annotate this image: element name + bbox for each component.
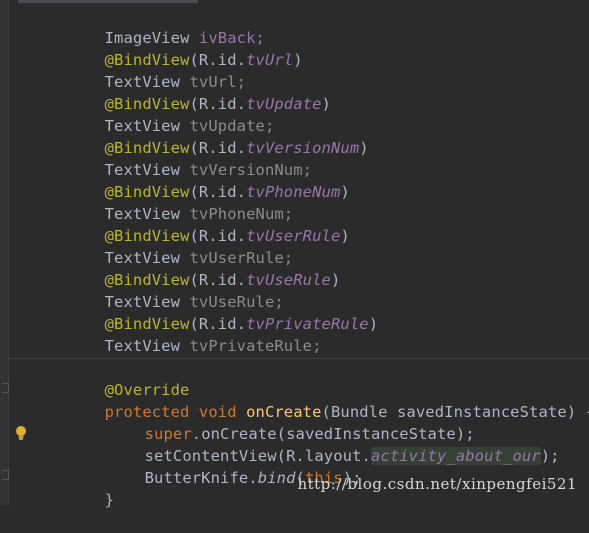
scroll-indicator bbox=[18, 0, 198, 3]
code-text: ButterKnife. bbox=[144, 469, 258, 487]
field-name: tvPrivateRule; bbox=[189, 337, 322, 355]
override-annotation-line: @Override bbox=[48, 357, 190, 399]
layout-id: activity_about_our bbox=[370, 447, 541, 465]
code-line: @BindView(R.id.tvUserRule) bbox=[48, 203, 350, 245]
fold-marker-icon[interactable] bbox=[2, 383, 9, 393]
code-text: ); bbox=[540, 447, 560, 465]
resource-id: tvUrl bbox=[246, 51, 294, 69]
code-line: ImageView ivBack; bbox=[48, 5, 265, 47]
closing-brace: } bbox=[104, 491, 115, 509]
method-separator bbox=[8, 358, 589, 359]
code-line: TextView tvUseRule; bbox=[48, 269, 284, 311]
fold-marker-icon[interactable] bbox=[2, 470, 9, 480]
code-line: @BindView(R.id.tvUrl) bbox=[48, 27, 303, 69]
code-line: @BindView(R.id.tvUpdate) bbox=[48, 71, 331, 113]
code-line: TextView tvPhoneNum; bbox=[48, 181, 294, 223]
code-line: super.onCreate(savedInstanceState); bbox=[88, 401, 475, 443]
code-editor[interactable]: ImageView ivBack; @BindView(R.id.tvUrl) … bbox=[0, 0, 589, 509]
code-line: setContentView(R.layout.activity_about_o… bbox=[88, 423, 560, 465]
method-signature-line: protected void onCreate(Bundle savedInst… bbox=[48, 379, 589, 421]
code-text: ) bbox=[321, 95, 331, 113]
code-line: @BindView(R.id.tvPhoneNum) bbox=[48, 159, 350, 201]
code-line: TextView tvUserRule; bbox=[48, 225, 294, 267]
code-line: TextView tvUpdate; bbox=[48, 93, 275, 135]
method-name: bind bbox=[257, 469, 296, 487]
code-line: @BindView(R.id.tvPrivateRule) bbox=[48, 291, 378, 333]
code-line: } bbox=[48, 467, 114, 509]
code-line: TextView tvPrivateRule; bbox=[48, 313, 322, 355]
editor-gutter bbox=[0, 0, 9, 505]
code-text: ) bbox=[330, 271, 341, 289]
code-text: ) bbox=[368, 315, 379, 333]
code-text: ) bbox=[293, 51, 303, 69]
code-text: ) bbox=[340, 227, 350, 245]
code-line: TextView tvVersionNum; bbox=[48, 137, 312, 179]
code-text: ) bbox=[359, 139, 369, 157]
lightbulb-icon[interactable] bbox=[14, 425, 28, 441]
code-line: @BindView(R.id.tvVersionNum) bbox=[48, 115, 369, 157]
type-name: TextView bbox=[104, 337, 190, 355]
code-line: ButterKnife.bind(this); bbox=[88, 445, 362, 487]
code-line: @BindView(R.id.tvUseRule) bbox=[48, 247, 341, 289]
watermark-text: http://blog.csdn.net/xinpengfei521 bbox=[297, 475, 577, 493]
code-line: TextView tvUrl; bbox=[48, 49, 246, 91]
code-text: ) bbox=[340, 183, 350, 201]
